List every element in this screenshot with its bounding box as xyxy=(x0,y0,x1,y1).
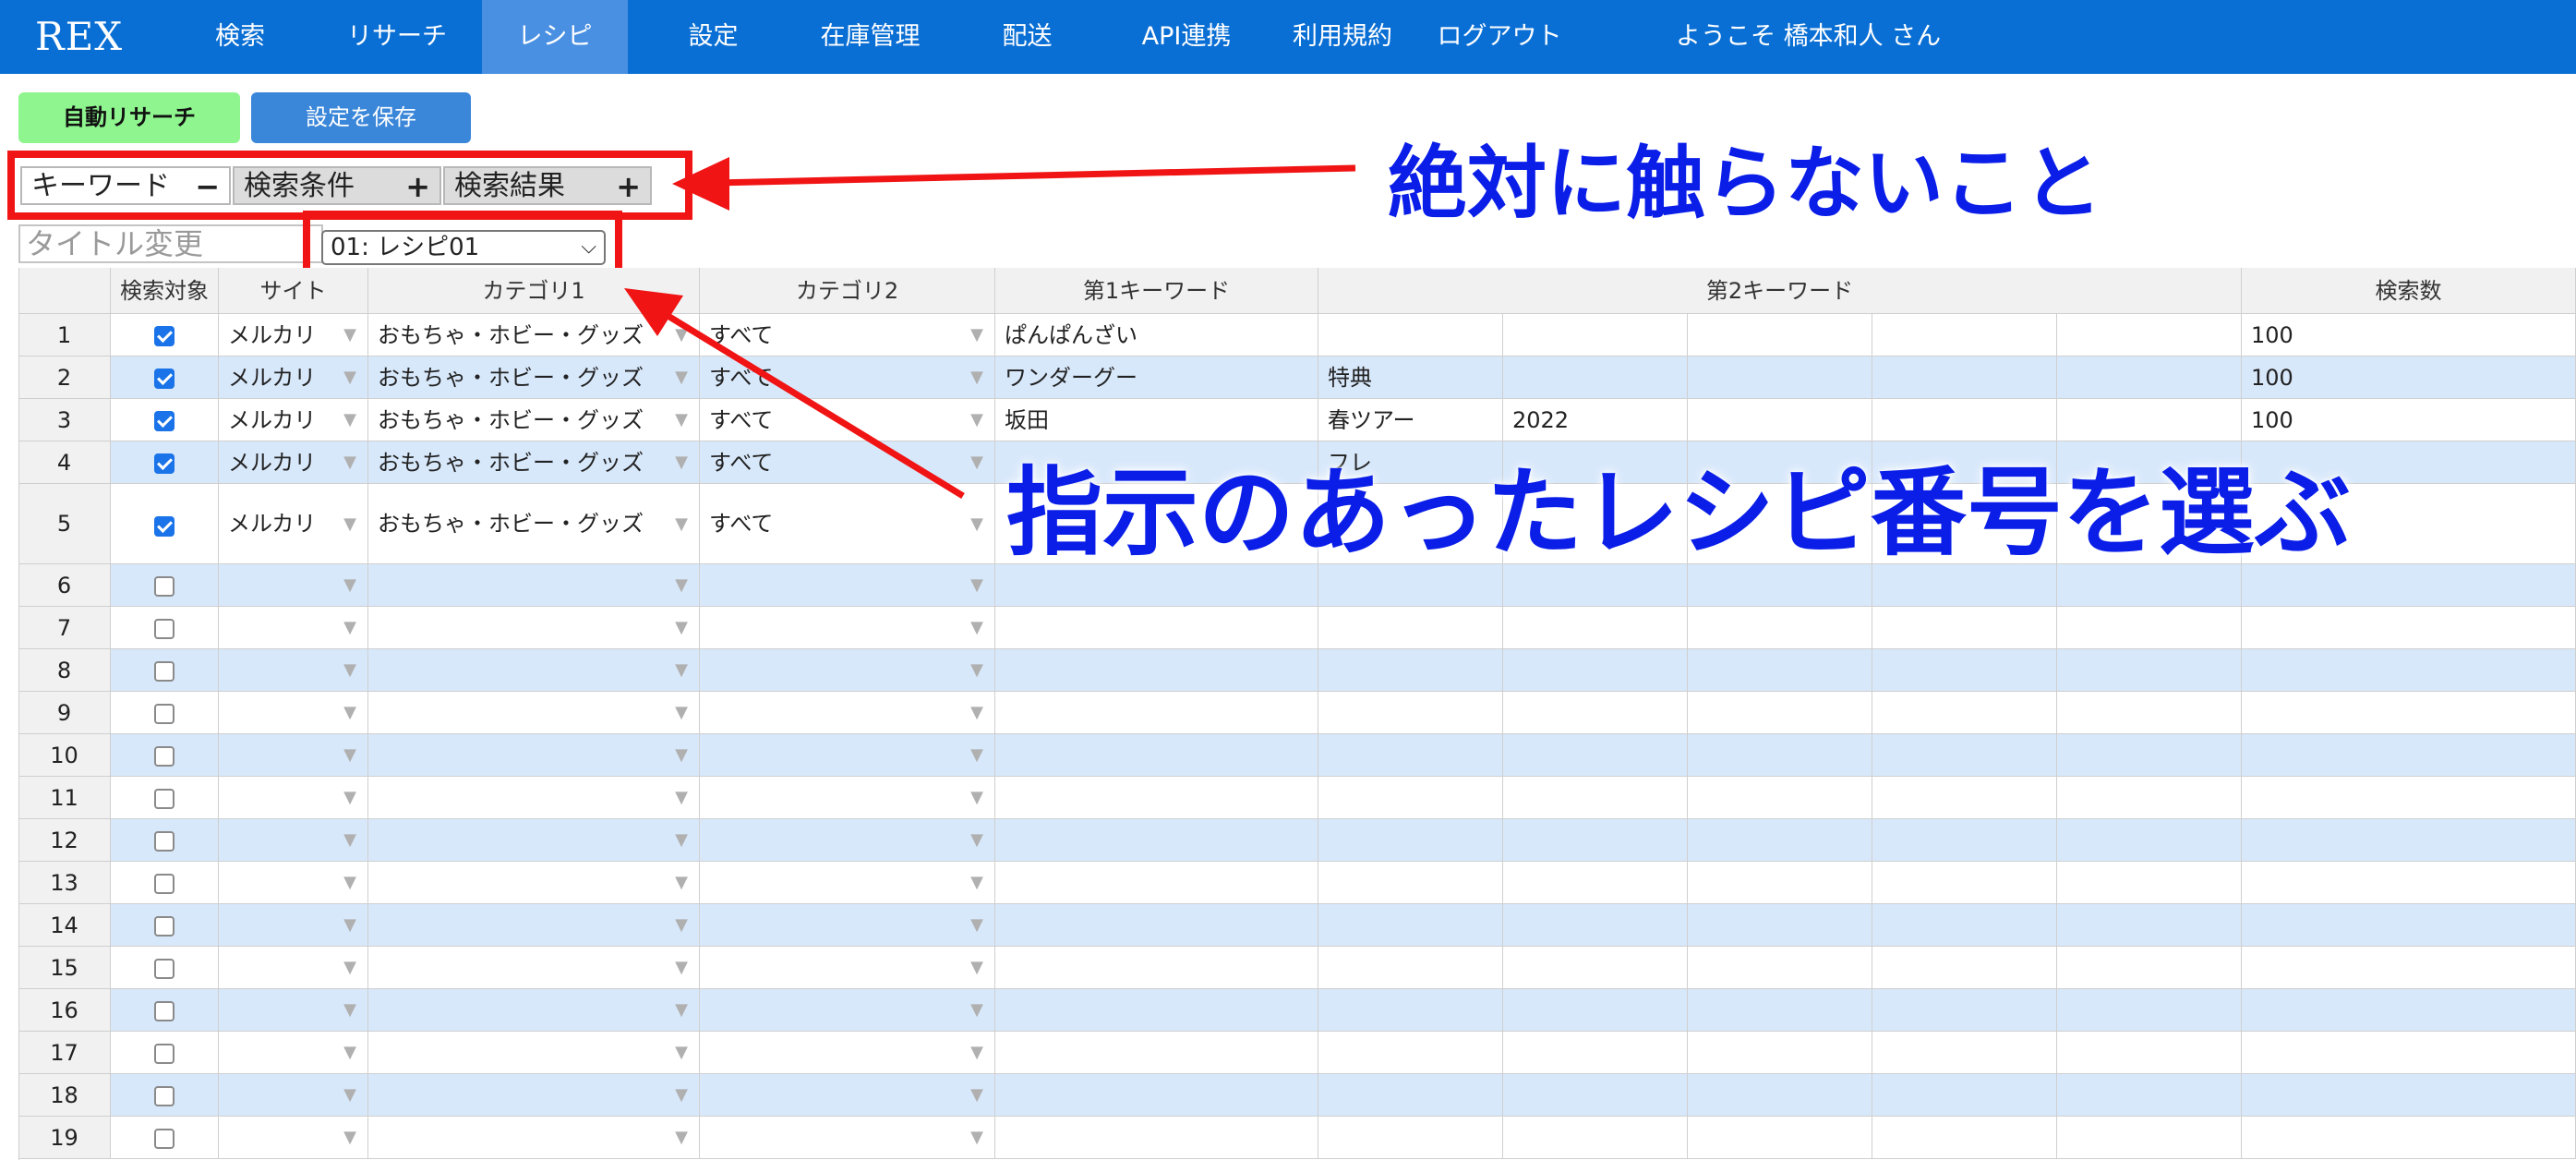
annotation-arrows xyxy=(624,157,1356,499)
arrowhead-to-recipe-select xyxy=(624,288,683,336)
arrow-line-to-recipe-select xyxy=(656,307,965,499)
do-not-touch-callout: 絶対に触らないこと xyxy=(1388,138,2102,230)
arrow-line-to-tabs xyxy=(715,164,1356,187)
select-recipe-callout: 指示のあったレシピ番号を選ぶ xyxy=(1006,456,2352,569)
arrowhead-to-tabs xyxy=(672,157,729,211)
